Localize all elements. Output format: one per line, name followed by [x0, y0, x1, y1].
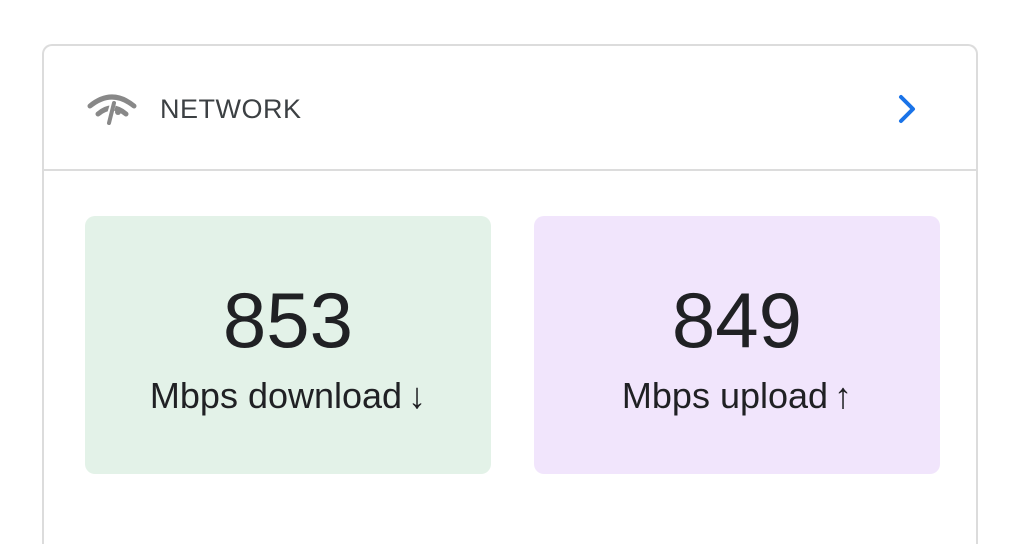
download-speed-value: 853	[222, 276, 354, 364]
arrow-down-icon: ↓	[408, 375, 427, 416]
download-label-text: Mbps download	[149, 375, 403, 416]
chevron-right-icon[interactable]	[896, 92, 920, 126]
network-card: NETWORK 853 Mbps download ↓ 849 Mbps uplo…	[42, 44, 978, 544]
download-speed-tile: 853 Mbps download ↓	[85, 216, 491, 474]
upload-speed-value: 849	[671, 276, 803, 364]
wifi-icon	[87, 94, 137, 125]
upload-speed-label: Mbps upload ↑	[534, 376, 940, 416]
upload-label-text: Mbps upload	[621, 375, 829, 416]
upload-speed-tile: 849 Mbps upload ↑	[534, 216, 940, 474]
network-card-header[interactable]: NETWORK	[44, 46, 976, 171]
network-title: NETWORK	[160, 94, 302, 124]
download-speed-label: Mbps download ↓	[85, 376, 491, 416]
arrow-up-icon: ↑	[834, 375, 853, 416]
